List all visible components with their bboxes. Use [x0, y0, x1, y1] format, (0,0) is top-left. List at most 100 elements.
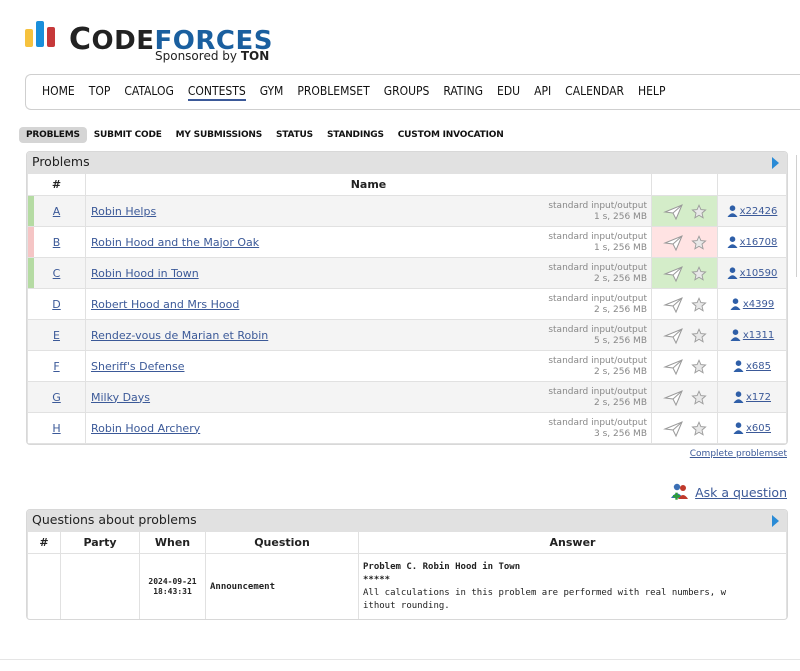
- problem-id-link[interactable]: H: [52, 422, 60, 435]
- nav-item-top[interactable]: TOP: [89, 84, 111, 100]
- nav-item-help[interactable]: HELP: [638, 84, 665, 100]
- problem-actions-cell: [651, 195, 718, 227]
- problem-name-link[interactable]: Robin Hood and the Major Oak: [91, 236, 259, 249]
- nav-item-contests[interactable]: CONTESTS: [187, 84, 246, 101]
- problem-limits: standard input/output 1 s, 256 MB: [548, 232, 647, 253]
- favourite-star-icon[interactable]: [690, 296, 707, 313]
- user-icon: [730, 298, 741, 310]
- contest-menu-submit-code[interactable]: SUBMIT CODE: [87, 127, 169, 143]
- user-icon: [733, 391, 744, 403]
- complete-problemset-link[interactable]: Complete problemset: [690, 449, 787, 459]
- nav-item-rating[interactable]: RATING: [443, 84, 483, 100]
- status-strip: [28, 289, 34, 319]
- ask-question-link[interactable]: Ask a question: [695, 485, 787, 500]
- problem-solved-cell: x22426: [717, 195, 787, 227]
- problem-id-link[interactable]: E: [53, 329, 60, 342]
- favourite-star-icon[interactable]: [690, 358, 707, 375]
- nav-item-calendar[interactable]: CALENDAR: [565, 84, 624, 100]
- problem-name-link[interactable]: Robin Hood in Town: [91, 267, 199, 280]
- solved-count-link[interactable]: x10590: [740, 268, 778, 279]
- contest-menu-problems[interactable]: PROBLEMS: [19, 127, 87, 143]
- problem-id-cell: G: [27, 381, 86, 413]
- problem-id-cell: H: [27, 412, 86, 444]
- submit-icon[interactable]: [662, 234, 685, 252]
- problem-actions-cell: [651, 319, 718, 351]
- problem-name-link[interactable]: Robin Hood Archery: [91, 422, 200, 435]
- solved-count-link[interactable]: x172: [746, 392, 771, 403]
- nav-item-groups[interactable]: GROUPS: [384, 84, 430, 100]
- favourite-star-icon[interactable]: [690, 420, 707, 437]
- nav-item-gym[interactable]: GYM: [260, 84, 284, 100]
- submit-icon[interactable]: [662, 327, 685, 345]
- toggle-arrow-icon[interactable]: [772, 515, 779, 527]
- user-icon: [733, 422, 744, 434]
- submit-icon[interactable]: [662, 420, 685, 438]
- solved-count-link[interactable]: x4399: [743, 299, 774, 310]
- ask-question[interactable]: Ask a question: [670, 482, 787, 502]
- ask-question-icon: [671, 483, 689, 500]
- problem-id-cell: B: [27, 226, 86, 258]
- problem-limits: standard input/output 5 s, 256 MB: [548, 325, 647, 346]
- contest-menu-standings[interactable]: STANDINGS: [320, 127, 391, 143]
- problem-name-cell: Robin Helps standard input/output 1 s, 256…: [85, 195, 652, 227]
- problem-solved-cell: x10590: [717, 257, 787, 289]
- q-header-when: When: [139, 531, 206, 554]
- favourite-star-icon[interactable]: [690, 327, 707, 344]
- problem-id-link[interactable]: D: [52, 298, 60, 311]
- codeforces-logo[interactable]: CODEFORCES Sponsored by TON: [25, 20, 285, 66]
- submit-icon[interactable]: [662, 203, 685, 221]
- question-answer: Problem C. Robin Hood in Town ***** All …: [358, 553, 787, 619]
- favourite-star-icon[interactable]: [690, 234, 707, 251]
- nav-item-problemset[interactable]: PROBLEMSET: [297, 84, 369, 100]
- header-actions: [651, 173, 718, 196]
- problems-table: # Name A Robin Helps standard input/output…: [27, 173, 787, 444]
- toggle-arrow-icon[interactable]: [772, 157, 779, 169]
- favourite-star-icon[interactable]: [690, 389, 707, 406]
- submit-icon[interactable]: [662, 265, 685, 283]
- q-header-id: #: [27, 531, 61, 554]
- problem-id-cell: D: [27, 288, 86, 320]
- problem-actions-cell: [651, 412, 718, 444]
- status-strip: [28, 320, 34, 350]
- footer-divider: [0, 659, 800, 660]
- submit-icon[interactable]: [662, 296, 685, 314]
- solved-count-link[interactable]: x1311: [743, 330, 774, 341]
- problem-solved-cell: x1311: [717, 319, 787, 351]
- problem-id-link[interactable]: B: [53, 236, 61, 249]
- submit-icon[interactable]: [662, 358, 685, 376]
- problem-row: D Robert Hood and Mrs Hood standard input/…: [27, 288, 787, 320]
- header-solved: [717, 173, 787, 196]
- nav-item-edu[interactable]: EDU: [497, 84, 520, 100]
- favourite-star-icon[interactable]: [690, 265, 707, 282]
- solved-count-link[interactable]: x605: [746, 423, 771, 434]
- problem-id-link[interactable]: F: [53, 360, 59, 373]
- nav-item-home[interactable]: HOME: [42, 84, 75, 100]
- contest-menu-status[interactable]: STATUS: [269, 127, 320, 143]
- solved-count-link[interactable]: x685: [746, 361, 771, 372]
- questions-table: # Party When Question Answer 2024-09-21 …: [27, 531, 787, 619]
- nav-item-catalog[interactable]: CATALOG: [124, 84, 173, 100]
- problem-name-link[interactable]: Sheriff's Defense: [91, 360, 184, 373]
- problem-id-link[interactable]: G: [52, 391, 61, 404]
- problem-name-link[interactable]: Robin Helps: [91, 205, 156, 218]
- solved-count-link[interactable]: x22426: [740, 206, 778, 217]
- problem-name-link[interactable]: Robert Hood and Mrs Hood: [91, 298, 239, 311]
- user-icon: [733, 360, 744, 372]
- problem-id-link[interactable]: A: [53, 205, 61, 218]
- contest-menu-custom-invocation[interactable]: CUSTOM INVOCATION: [391, 127, 511, 143]
- problem-limits: standard input/output 2 s, 256 MB: [548, 387, 647, 408]
- solved-count-link[interactable]: x16708: [740, 237, 778, 248]
- submit-icon[interactable]: [662, 389, 685, 407]
- problem-id-cell: C: [27, 257, 86, 289]
- contest-menu-my-submissions[interactable]: MY SUBMISSIONS: [169, 127, 269, 143]
- problem-name-cell: Robert Hood and Mrs Hood standard input/o…: [85, 288, 652, 320]
- question-party: [60, 553, 140, 619]
- favourite-star-icon[interactable]: [690, 203, 707, 220]
- problem-name-link[interactable]: Rendez-vous de Marian et Robin: [91, 329, 268, 342]
- q-header-answer: Answer: [358, 531, 787, 554]
- nav-item-api[interactable]: API: [534, 84, 551, 100]
- questions-box: Questions about problems # Party When Qu…: [26, 509, 788, 620]
- problem-name-link[interactable]: Milky Days: [91, 391, 150, 404]
- problem-id-link[interactable]: C: [53, 267, 61, 280]
- problem-actions-cell: [651, 350, 718, 382]
